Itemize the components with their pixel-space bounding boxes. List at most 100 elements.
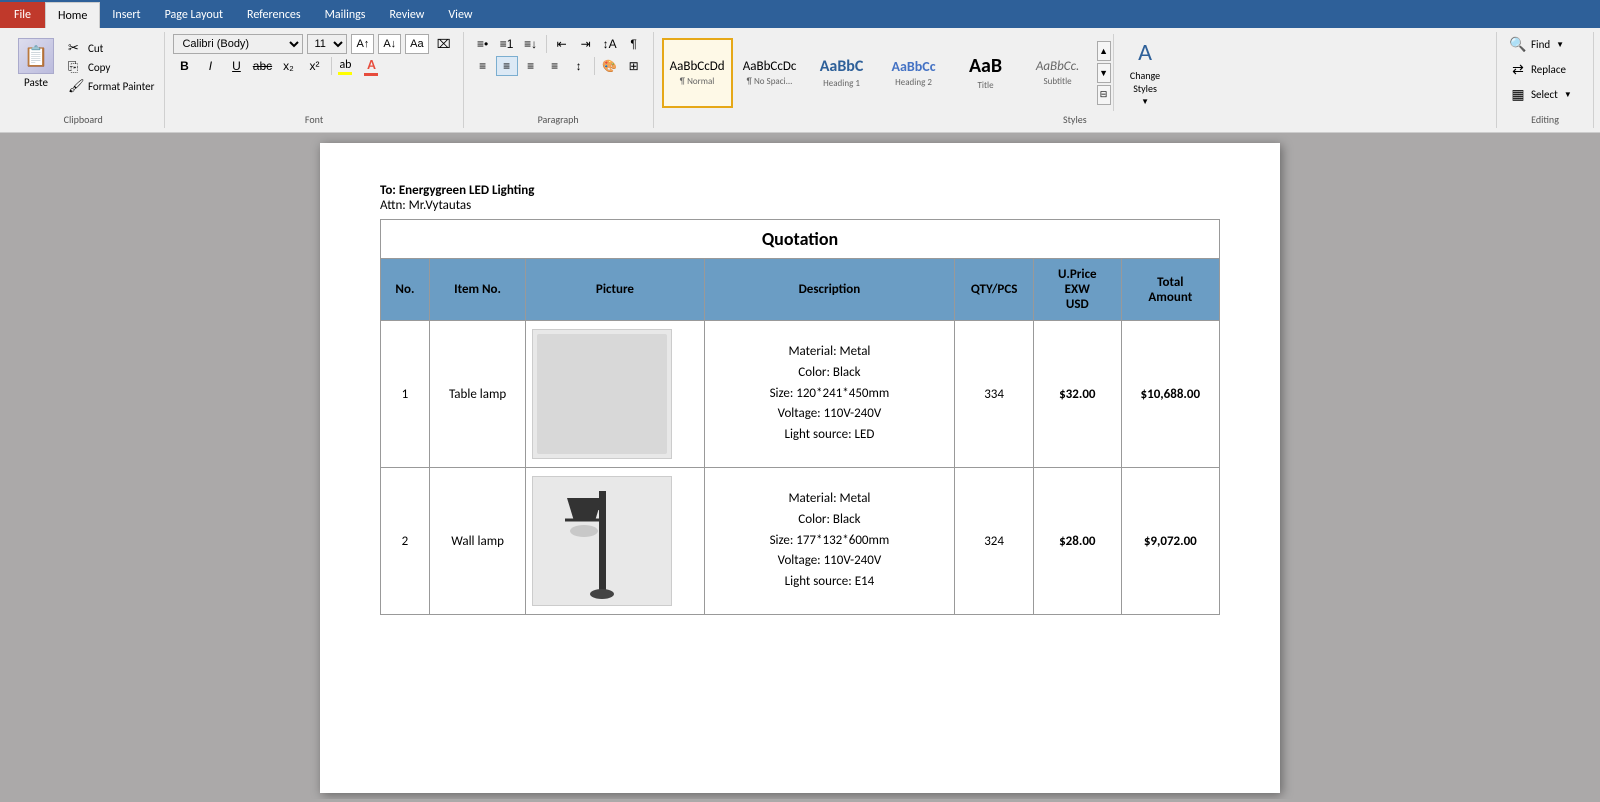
find-icon: 🔍 bbox=[1509, 36, 1527, 53]
borders-button[interactable]: ⊞ bbox=[623, 56, 645, 76]
style-normal-box[interactable]: AaBbCcDd ¶ Normal bbox=[662, 38, 733, 108]
tab-home-label: Home bbox=[58, 9, 87, 23]
text-highlight-button[interactable]: ab bbox=[338, 58, 352, 75]
tab-review[interactable]: Review bbox=[377, 2, 436, 28]
justify-button[interactable]: ≡ bbox=[544, 56, 566, 76]
style-nospace-box[interactable]: AaBbCcDc ¶ No Spaci... bbox=[735, 38, 805, 108]
style-subtitle-box[interactable]: AaBbCc. Subtitle bbox=[1023, 38, 1093, 108]
document-page[interactable]: To: Energygreen LED Lighting Attn: Mr.Vy… bbox=[320, 143, 1280, 793]
tab-page-layout[interactable]: Page Layout bbox=[153, 2, 235, 28]
clipboard-small-buttons: ✂ Cut ⎘ Copy 🖌 Format Painter bbox=[66, 34, 156, 95]
font-format-row: B I U abc x₂ x² ab A bbox=[173, 56, 378, 76]
font-name-select[interactable]: Calibri (Body) bbox=[173, 34, 303, 54]
shrink-font-button[interactable]: A↓ bbox=[378, 34, 401, 54]
divider bbox=[331, 57, 332, 75]
styles-scroll-down[interactable]: ▼ bbox=[1097, 63, 1111, 83]
italic-button[interactable]: I bbox=[199, 56, 221, 76]
paste-button[interactable]: 📋 Paste bbox=[10, 34, 62, 93]
font-group: Calibri (Body) 11 A↑ A↓ Aa ⌧ B I U abc x… bbox=[169, 32, 463, 128]
cut-label: Cut bbox=[88, 42, 103, 55]
row2-picture bbox=[526, 468, 704, 615]
format-painter-button[interactable]: 🖌 Format Painter bbox=[66, 78, 156, 95]
subscript-button[interactable]: x₂ bbox=[277, 56, 299, 76]
font-name-row: Calibri (Body) 11 A↑ A↓ Aa ⌧ bbox=[173, 34, 454, 54]
paste-label: Paste bbox=[24, 76, 48, 89]
tab-page-layout-label: Page Layout bbox=[165, 8, 223, 22]
grow-font-button[interactable]: A↑ bbox=[351, 34, 374, 54]
styles-more[interactable]: ⊟ bbox=[1097, 85, 1111, 105]
cut-button[interactable]: ✂ Cut bbox=[66, 40, 156, 57]
sort-button[interactable]: ↕A bbox=[599, 34, 621, 54]
style-normal-preview: AaBbCcDd bbox=[670, 59, 725, 74]
tab-references[interactable]: References bbox=[235, 2, 313, 28]
row2-total: $9,072.00 bbox=[1121, 468, 1219, 615]
tab-file[interactable]: File bbox=[0, 2, 45, 28]
style-h1-preview: AaBbC bbox=[815, 57, 869, 76]
tab-mailings-label: Mailings bbox=[325, 8, 366, 22]
font-color-button[interactable]: A bbox=[364, 56, 378, 76]
multilevel-button[interactable]: ≡↓ bbox=[520, 34, 542, 54]
row2-no: 2 bbox=[381, 468, 430, 615]
change-styles-button[interactable]: A ChangeStyles ▼ bbox=[1113, 34, 1177, 111]
align-right-button[interactable]: ≡ bbox=[520, 56, 542, 76]
clear-format-button[interactable]: ⌧ bbox=[433, 34, 455, 54]
row2-description: Material: Metal Color: Black Size: 177*1… bbox=[704, 468, 955, 615]
tab-insert[interactable]: Insert bbox=[100, 2, 152, 28]
row1-uprice: $32.00 bbox=[1033, 321, 1121, 468]
copy-button[interactable]: ⎘ Copy bbox=[66, 59, 156, 76]
line-spacing-button[interactable]: ↕ bbox=[568, 56, 590, 76]
find-button[interactable]: 🔍 Find ▼ bbox=[1505, 34, 1585, 55]
numbering-button[interactable]: ≡1 bbox=[496, 34, 518, 54]
quotation-table: Quotation No. Item No. Picture Descripti… bbox=[380, 219, 1220, 615]
style-title-box[interactable]: AaB Title bbox=[951, 38, 1021, 108]
format-painter-icon: 🖌 bbox=[68, 79, 84, 94]
increase-indent-button[interactable]: ⇥ bbox=[575, 34, 597, 54]
editing-group-label: Editing bbox=[1505, 111, 1585, 126]
tab-home[interactable]: Home bbox=[45, 2, 100, 28]
select-button[interactable]: ▦ Select ▼ bbox=[1505, 84, 1585, 105]
style-h1-label: Heading 1 bbox=[815, 78, 869, 89]
align-left-button[interactable]: ≡ bbox=[472, 56, 494, 76]
header-picture: Picture bbox=[526, 259, 704, 321]
document-area: To: Energygreen LED Lighting Attn: Mr.Vy… bbox=[0, 133, 1600, 799]
row2-uprice: $28.00 bbox=[1033, 468, 1121, 615]
style-normal-label: ¶ Normal bbox=[670, 76, 725, 87]
doc-attn: Attn: Mr.Vytautas bbox=[380, 198, 1220, 213]
replace-button[interactable]: ⇄ Replace bbox=[1505, 59, 1585, 80]
show-paragraph-button[interactable]: ¶ bbox=[623, 34, 645, 54]
tab-mailings[interactable]: Mailings bbox=[313, 2, 378, 28]
style-title-preview: AaB bbox=[959, 54, 1013, 78]
bold-button[interactable]: B bbox=[173, 56, 195, 76]
paragraph-group-label: Paragraph bbox=[472, 111, 645, 126]
change-styles-icon: A bbox=[1138, 38, 1152, 67]
find-label: Find bbox=[1531, 38, 1550, 51]
tab-references-label: References bbox=[247, 8, 301, 22]
quotation-title-row: Quotation bbox=[381, 220, 1220, 259]
superscript-button[interactable]: x² bbox=[303, 56, 325, 76]
underline-button[interactable]: U bbox=[225, 56, 247, 76]
row2-item: Wall lamp bbox=[429, 468, 525, 615]
align-center-button[interactable]: ≡ bbox=[496, 56, 518, 76]
style-nospace-preview: AaBbCcDc bbox=[743, 59, 797, 74]
strikethrough-button[interactable]: abc bbox=[251, 56, 273, 76]
style-subtitle-preview: AaBbCc. bbox=[1031, 59, 1085, 74]
doc-to: To: Energygreen LED Lighting bbox=[380, 183, 1220, 198]
row1-description: Material: Metal Color: Black Size: 120*2… bbox=[704, 321, 955, 468]
paragraph-group: ≡• ≡1 ≡↓ ⇤ ⇥ ↕A ¶ ≡ ≡ ≡ ≡ ↕ 🎨 bbox=[468, 32, 654, 128]
style-h2-box[interactable]: AaBbCc Heading 2 bbox=[879, 38, 949, 108]
decrease-indent-button[interactable]: ⇤ bbox=[551, 34, 573, 54]
highlight-color-bar bbox=[338, 72, 352, 75]
header-qty: QTY/PCS bbox=[955, 259, 1034, 321]
divider bbox=[546, 35, 547, 53]
editing-group: 🔍 Find ▼ ⇄ Replace ▦ Select ▼ Editing bbox=[1501, 32, 1594, 128]
tab-view[interactable]: View bbox=[436, 2, 484, 28]
header-total: TotalAmount bbox=[1121, 259, 1219, 321]
shading-button[interactable]: 🎨 bbox=[599, 56, 621, 76]
styles-scroll-up[interactable]: ▲ bbox=[1097, 41, 1111, 61]
font-size-select[interactable]: 11 bbox=[307, 34, 347, 54]
font-case-button[interactable]: Aa bbox=[405, 34, 428, 54]
find-arrow: ▼ bbox=[1556, 40, 1564, 50]
change-styles-arrow: ▼ bbox=[1141, 97, 1149, 107]
bullets-button[interactable]: ≡• bbox=[472, 34, 494, 54]
style-h1-box[interactable]: AaBbC Heading 1 bbox=[807, 38, 877, 108]
